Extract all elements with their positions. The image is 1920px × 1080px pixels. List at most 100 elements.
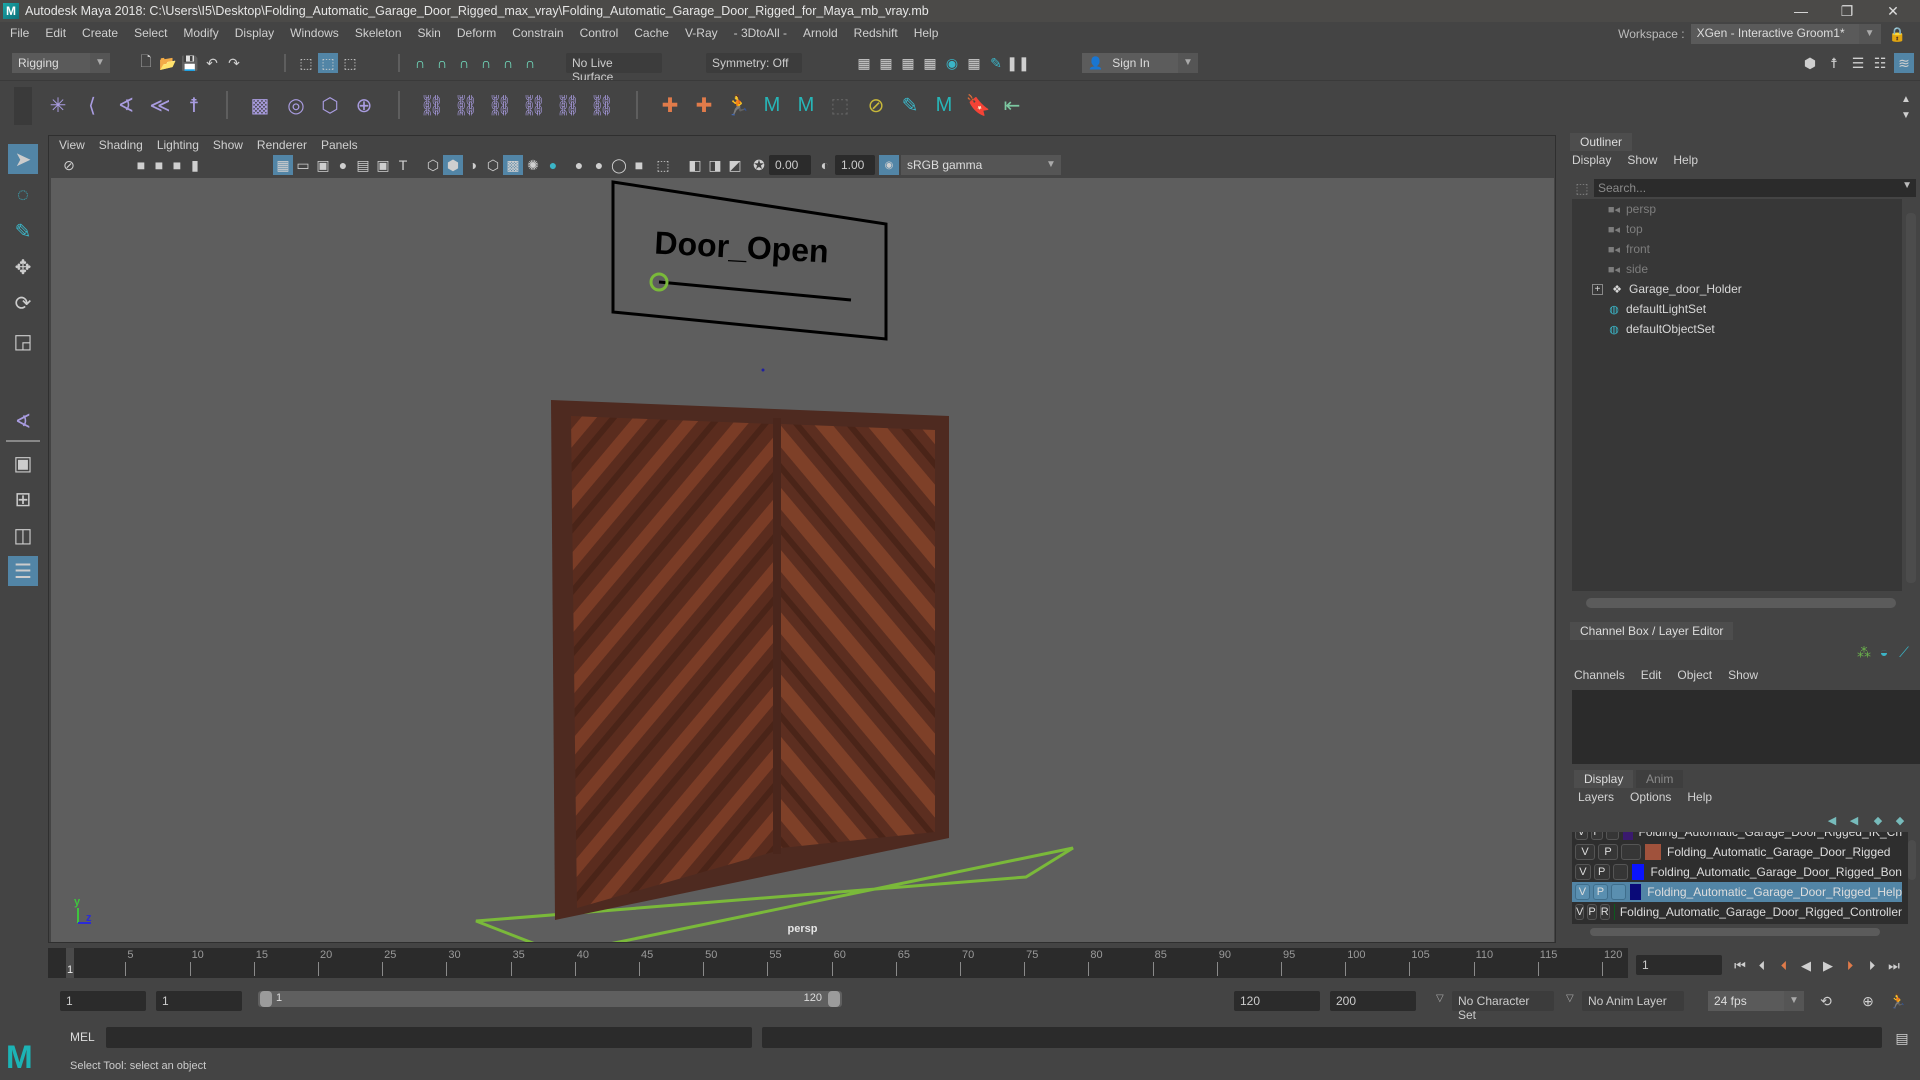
- layer-type-toggle[interactable]: [1612, 864, 1629, 880]
- play-forwards-icon[interactable]: ▶: [1818, 955, 1838, 977]
- chevron-down-icon[interactable]: ▽: [1566, 993, 1574, 1004]
- outliner-item-persp[interactable]: ■◂ persp: [1606, 199, 1656, 219]
- depth-of-field-icon[interactable]: ■: [629, 155, 649, 175]
- move-layer-up-icon[interactable]: ◀: [1822, 810, 1842, 830]
- playback-end-field[interactable]: 120: [1234, 991, 1320, 1011]
- step-forward-frame-icon[interactable]: ⏵: [1840, 955, 1860, 977]
- gamma-field[interactable]: 1.00: [835, 155, 875, 175]
- outliner-vertical-scrollbar[interactable]: [1906, 213, 1916, 583]
- align-left-icon[interactable]: ⇤: [998, 91, 1026, 119]
- current-frame-marker[interactable]: 1: [66, 948, 74, 978]
- safe-title-icon[interactable]: T: [393, 155, 413, 175]
- play-backwards-icon[interactable]: ◀: [1796, 955, 1816, 977]
- go-to-start-icon[interactable]: ⏮: [1730, 955, 1750, 977]
- viewport-menu-view[interactable]: View: [59, 138, 85, 152]
- menu-windows[interactable]: Windows: [290, 26, 339, 40]
- snap-projected-icon[interactable]: ∩: [520, 53, 540, 73]
- attribute-editor-icon[interactable]: ☰: [1848, 53, 1868, 73]
- animation-preferences-icon[interactable]: 🏃: [1888, 991, 1908, 1011]
- layer-color-swatch[interactable]: [1623, 832, 1633, 840]
- camera-lock-icon[interactable]: ■: [149, 155, 169, 175]
- shadows-icon[interactable]: ●: [543, 155, 563, 175]
- joint-orient-icon[interactable]: ✚: [690, 91, 718, 119]
- lock-icon[interactable]: 🔒: [1889, 26, 1906, 43]
- outliner-item-top[interactable]: ■◂ top: [1606, 219, 1643, 239]
- single-view-icon[interactable]: ▣: [8, 448, 38, 478]
- tab-display[interactable]: Display: [1574, 770, 1634, 788]
- menu-redshift[interactable]: Redshift: [854, 26, 898, 40]
- viewport-menu-shading[interactable]: Shading: [99, 138, 143, 152]
- layer-row[interactable]: V P Folding_Automatic_Garage_Door_Rigged…: [1572, 832, 1902, 842]
- channel-box-menu-edit[interactable]: Edit: [1641, 668, 1662, 682]
- maya-script-3-icon[interactable]: M: [930, 91, 958, 119]
- wireframe-on-shaded-icon[interactable]: ⬡: [483, 155, 503, 175]
- layer-visibility-toggle[interactable]: V: [1575, 864, 1591, 880]
- layer-color-swatch[interactable]: [1632, 864, 1645, 880]
- paint-select-tool-icon[interactable]: ✎: [8, 216, 38, 246]
- layer-color-swatch[interactable]: [1645, 844, 1661, 860]
- layer-visibility-toggle[interactable]: V: [1575, 904, 1585, 920]
- door-panel-left[interactable]: [571, 416, 773, 908]
- end-time-field[interactable]: 200: [1330, 991, 1416, 1011]
- playback-start-field[interactable]: 1: [156, 991, 242, 1011]
- command-input[interactable]: [106, 1027, 752, 1048]
- locator-icon[interactable]: ✚: [656, 91, 684, 119]
- menu-skeleton[interactable]: Skeleton: [355, 26, 402, 40]
- paint-select-icon[interactable]: ✎: [896, 91, 924, 119]
- speed-icon[interactable]: ◒: [1874, 642, 1894, 662]
- outliner-item-front[interactable]: ■◂ front: [1606, 239, 1650, 259]
- snap-view-plane-icon[interactable]: ∩: [476, 53, 496, 73]
- ik-spline-icon[interactable]: ∢: [112, 91, 140, 119]
- layer-row[interactable]: V P Folding_Automatic_Garage_Door_Rigged…: [1572, 862, 1902, 882]
- channel-box-toggle-icon[interactable]: ≋: [1894, 53, 1914, 73]
- scale-tool-icon[interactable]: ◲: [8, 326, 38, 356]
- outliner-search-input[interactable]: Search... ▼: [1594, 179, 1916, 197]
- pole-vector-constraint-icon[interactable]: ⛓: [588, 91, 616, 119]
- menu-modify[interactable]: Modify: [183, 26, 218, 40]
- manipulator-icon[interactable]: ⁂: [1854, 642, 1874, 662]
- character-controls-icon[interactable]: ☨: [1824, 53, 1844, 73]
- range-start-handle[interactable]: [260, 991, 272, 1007]
- sign-in-button[interactable]: 👤 Sign In ▼: [1082, 53, 1198, 73]
- empty-slot-icon[interactable]: ⬚: [826, 91, 854, 119]
- shelf-tab-column[interactable]: [14, 87, 32, 125]
- outliner-menu-show[interactable]: Show: [1627, 153, 1657, 167]
- two-view-icon[interactable]: ◫: [8, 520, 38, 550]
- menu-file[interactable]: File: [10, 26, 29, 40]
- snap-point-icon[interactable]: ∩: [454, 53, 474, 73]
- layer-type-toggle[interactable]: [1606, 832, 1620, 840]
- layer-playback-toggle[interactable]: P: [1592, 884, 1608, 900]
- color-management-icon[interactable]: ◉: [879, 155, 899, 175]
- menuset-dropdown[interactable]: Rigging ▼: [12, 53, 110, 73]
- isolate-select-icon[interactable]: ⬚: [653, 155, 673, 175]
- snap-live-icon[interactable]: ∩: [498, 53, 518, 73]
- create-joints-icon[interactable]: ✳: [44, 91, 72, 119]
- modeling-toolkit-icon[interactable]: ⬢: [1800, 53, 1820, 73]
- ik-handle-icon[interactable]: ⟨: [78, 91, 106, 119]
- channel-box-tab[interactable]: Channel Box / Layer Editor: [1570, 622, 1734, 640]
- multisample-aa-icon[interactable]: ◯: [609, 155, 629, 175]
- layer-type-toggle[interactable]: [1621, 844, 1641, 860]
- xray-icon[interactable]: ◧: [685, 155, 705, 175]
- viewport-menu-renderer[interactable]: Renderer: [257, 138, 307, 152]
- paint-weights-icon[interactable]: ▩: [246, 91, 274, 119]
- new-scene-icon[interactable]: 🗋: [136, 53, 156, 73]
- gamma-icon[interactable]: ◐: [815, 155, 835, 175]
- parent-constraint-icon[interactable]: ⛓: [418, 91, 446, 119]
- menu-create[interactable]: Create: [82, 26, 118, 40]
- expand-icon[interactable]: +: [1592, 283, 1603, 295]
- lasso-tool-icon[interactable]: ◌: [8, 180, 38, 210]
- channel-box-menu-show[interactable]: Show: [1728, 668, 1758, 682]
- menu-cache[interactable]: Cache: [634, 26, 669, 40]
- quick-rig-icon[interactable]: ☨: [180, 91, 208, 119]
- shelf-scroll-down-icon[interactable]: ▼: [1896, 105, 1916, 125]
- cluster-icon[interactable]: ⊕: [350, 91, 378, 119]
- layer-horizontal-scrollbar[interactable]: [1590, 928, 1880, 936]
- select-component-icon[interactable]: ⬚: [340, 53, 360, 73]
- viewport-menu-show[interactable]: Show: [213, 138, 243, 152]
- outliner-menu-display[interactable]: Display: [1572, 153, 1611, 167]
- layer-menu-options[interactable]: Options: [1630, 790, 1671, 804]
- menu-select[interactable]: Select: [134, 26, 167, 40]
- layer-color-swatch[interactable]: [1629, 884, 1642, 900]
- outliner-filter-icon[interactable]: ⬚: [1572, 178, 1592, 198]
